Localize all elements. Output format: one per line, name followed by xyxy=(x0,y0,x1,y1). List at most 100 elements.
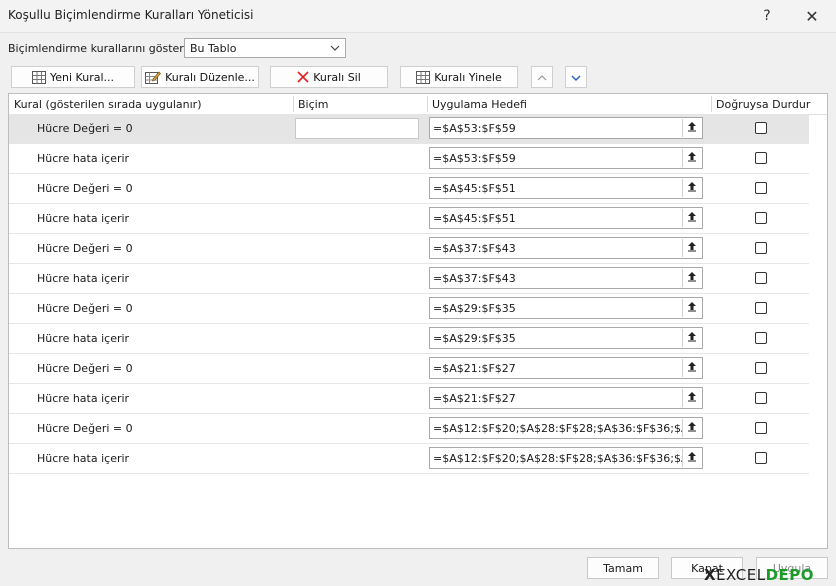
applies-to-input[interactable]: =$A$21:$F$27 xyxy=(429,387,703,409)
collapse-dialog-button[interactable] xyxy=(682,119,701,137)
ok-button[interactable]: Tamam xyxy=(587,557,659,579)
table-row[interactable]: Hücre Değeri = 0 =$A$21:$F$27 xyxy=(9,354,809,384)
rule-description: Hücre Değeri = 0 xyxy=(37,122,133,135)
delete-rule-button[interactable]: Kuralı Sil xyxy=(270,66,388,88)
stop-if-true-checkbox[interactable] xyxy=(755,332,767,344)
rule-description: Hücre hata içerir xyxy=(37,272,130,285)
stop-if-true-checkbox[interactable] xyxy=(755,422,767,434)
collapse-dialog-button[interactable] xyxy=(682,269,701,287)
applies-to-input[interactable]: =$A$21:$F$27 xyxy=(429,357,703,379)
applies-to-input[interactable]: =$A$37:$F$43 xyxy=(429,267,703,289)
title-bar: Koşullu Biçimlendirme Kuralları Yönetici… xyxy=(0,0,836,33)
watermark-x: X xyxy=(704,566,717,584)
duplicate-rule-label: Kuralı Yinele xyxy=(434,70,502,84)
new-rule-label: Yeni Kural... xyxy=(50,70,114,84)
stop-if-true-checkbox[interactable] xyxy=(755,452,767,464)
applies-to-input[interactable]: =$A$53:$F$59 xyxy=(429,117,703,139)
stop-if-true-checkbox[interactable] xyxy=(755,302,767,314)
show-rules-label: Biçimlendirme kurallarını göster: xyxy=(8,42,188,55)
delete-rule-label: Kuralı Sil xyxy=(313,70,361,84)
collapse-arrow-icon xyxy=(687,151,697,165)
chevron-down-icon xyxy=(571,71,581,84)
rule-description: Hücre hata içerir xyxy=(37,392,130,405)
collapse-dialog-button[interactable] xyxy=(682,149,701,167)
collapse-arrow-icon xyxy=(687,211,697,225)
applies-to-value: =$A$37:$F$43 xyxy=(433,242,516,255)
rule-description: Hücre hata içerir xyxy=(37,332,130,345)
applies-to-value: =$A$12:$F$20;$A$28:$F$28;$A$36:$F$36;$A$… xyxy=(433,452,683,465)
duplicate-grid-icon xyxy=(416,70,431,84)
table-row[interactable]: Hücre hata içerir =$A$53:$F$59 xyxy=(9,144,809,174)
duplicate-rule-button[interactable]: Kuralı Yinele xyxy=(400,66,518,88)
rule-description: Hücre hata içerir xyxy=(37,452,130,465)
show-rules-dropdown[interactable]: Bu Tablo xyxy=(184,38,346,58)
table-row[interactable]: Hücre hata içerir =$A$37:$F$43 xyxy=(9,264,809,294)
collapse-dialog-button[interactable] xyxy=(682,449,701,467)
applies-to-value: =$A$21:$F$27 xyxy=(433,392,516,405)
stop-if-true-checkbox[interactable] xyxy=(755,182,767,194)
collapse-dialog-button[interactable] xyxy=(682,359,701,377)
applies-to-value: =$A$21:$F$27 xyxy=(433,362,516,375)
applies-to-input[interactable]: =$A$12:$F$20;$A$28:$F$28;$A$36:$F$36;$A$… xyxy=(429,447,703,469)
collapse-dialog-button[interactable] xyxy=(682,179,701,197)
applies-to-input[interactable]: =$A$29:$F$35 xyxy=(429,327,703,349)
table-row[interactable]: Hücre Değeri = 0 =$A$12:$F$20;$A$28:$F$28… xyxy=(9,414,809,444)
column-header-applies-to: Uygulama Hedefi xyxy=(432,97,527,111)
table-row[interactable]: Hücre hata içerir =$A$45:$F$51 xyxy=(9,204,809,234)
applies-to-value: =$A$53:$F$59 xyxy=(433,122,516,135)
applies-to-input[interactable]: =$A$45:$F$51 xyxy=(429,177,703,199)
collapse-dialog-button[interactable] xyxy=(682,239,701,257)
stop-if-true-checkbox[interactable] xyxy=(755,242,767,254)
table-row[interactable]: Hücre hata içerir =$A$29:$F$35 xyxy=(9,324,809,354)
applies-to-value: =$A$45:$F$51 xyxy=(433,212,516,225)
stop-if-true-checkbox[interactable] xyxy=(755,152,767,164)
rule-description: Hücre hata içerir xyxy=(37,152,130,165)
stop-if-true-checkbox[interactable] xyxy=(755,392,767,404)
applies-to-value: =$A$29:$F$35 xyxy=(433,302,516,315)
stop-if-true-checkbox[interactable] xyxy=(755,212,767,224)
rule-description: Hücre Değeri = 0 xyxy=(37,242,133,255)
move-up-button[interactable] xyxy=(531,66,553,88)
table-row[interactable]: Hücre hata içerir =$A$12:$F$20;$A$28:$F$2… xyxy=(9,444,809,474)
stop-if-true-checkbox[interactable] xyxy=(755,122,767,134)
rule-description: Hücre Değeri = 0 xyxy=(37,302,133,315)
collapse-arrow-icon xyxy=(687,421,697,435)
applies-to-input[interactable]: =$A$12:$F$20;$A$28:$F$28;$A$36:$F$36;$A$… xyxy=(429,417,703,439)
watermark-excel: EXCEL xyxy=(716,566,766,584)
collapse-dialog-button[interactable] xyxy=(682,209,701,227)
help-button[interactable]: ? xyxy=(750,4,784,28)
collapse-dialog-button[interactable] xyxy=(682,299,701,317)
applies-to-value: =$A$29:$F$35 xyxy=(433,332,516,345)
collapse-arrow-icon xyxy=(687,121,697,135)
table-row[interactable]: Hücre Değeri = 0 =$A$29:$F$35 xyxy=(9,294,809,324)
collapse-dialog-button[interactable] xyxy=(682,329,701,347)
window-title: Koşullu Biçimlendirme Kuralları Yönetici… xyxy=(8,8,254,22)
delete-x-icon xyxy=(297,71,309,83)
edit-rule-label: Kuralı Düzenle... xyxy=(165,70,255,84)
column-header-format: Biçim xyxy=(298,97,329,111)
close-window-button[interactable]: ✕ xyxy=(795,4,829,28)
applies-to-value: =$A$37:$F$43 xyxy=(433,272,516,285)
edit-rule-button[interactable]: Kuralı Düzenle... xyxy=(141,66,259,88)
stop-if-true-checkbox[interactable] xyxy=(755,272,767,284)
column-header-stop-if-true: Doğruysa Durdur xyxy=(716,97,811,111)
table-row[interactable]: Hücre Değeri = 0 =$A$45:$F$51 xyxy=(9,174,809,204)
collapse-dialog-button[interactable] xyxy=(682,419,701,437)
move-down-button[interactable] xyxy=(565,66,587,88)
applies-to-input[interactable]: =$A$53:$F$59 xyxy=(429,147,703,169)
applies-to-input[interactable]: =$A$29:$F$35 xyxy=(429,297,703,319)
chevron-up-icon xyxy=(537,71,547,84)
table-row[interactable]: Hücre hata içerir =$A$21:$F$27 xyxy=(9,384,809,414)
applies-to-input[interactable]: =$A$37:$F$43 xyxy=(429,237,703,259)
rule-description: Hücre Değeri = 0 xyxy=(37,422,133,435)
applies-to-value: =$A$53:$F$59 xyxy=(433,152,516,165)
table-row[interactable]: Hücre Değeri = 0 =$A$37:$F$43 xyxy=(9,234,809,264)
stop-if-true-checkbox[interactable] xyxy=(755,362,767,374)
table-row[interactable]: Hücre Değeri = 0 =$A$53:$F$59 xyxy=(9,114,809,144)
collapse-arrow-icon xyxy=(687,181,697,195)
chevron-down-icon xyxy=(327,40,343,56)
applies-to-value: =$A$45:$F$51 xyxy=(433,182,516,195)
new-rule-button[interactable]: Yeni Kural... xyxy=(11,66,135,88)
collapse-dialog-button[interactable] xyxy=(682,389,701,407)
applies-to-input[interactable]: =$A$45:$F$51 xyxy=(429,207,703,229)
